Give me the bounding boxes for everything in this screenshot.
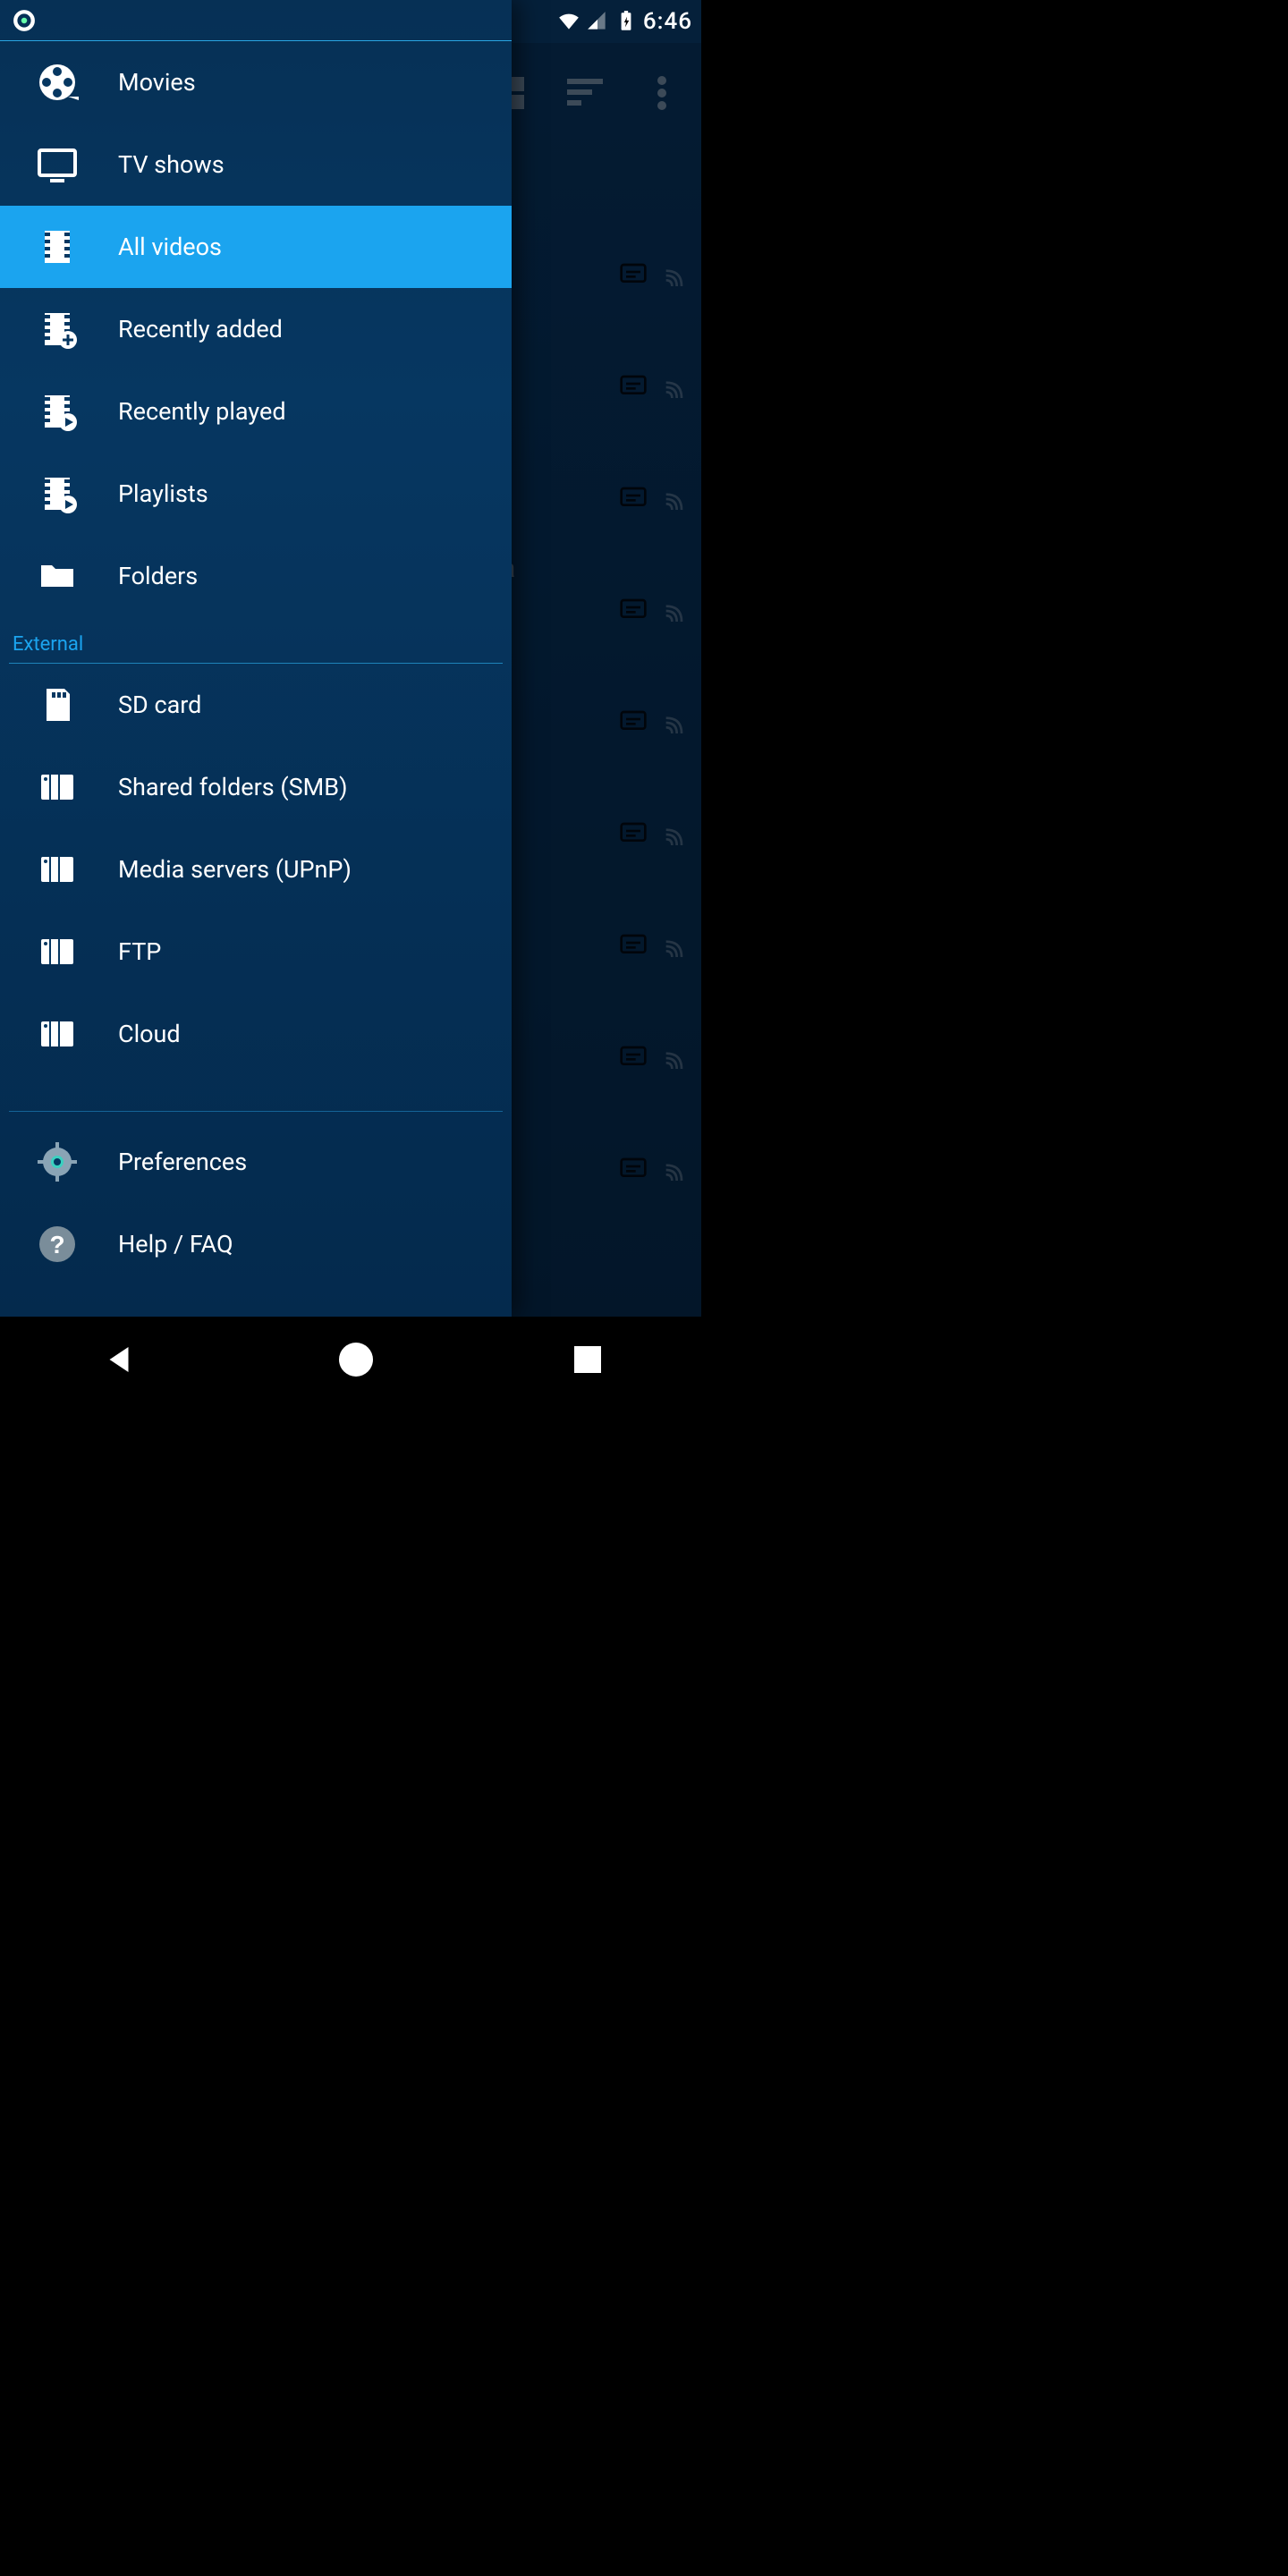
film-play-icon xyxy=(32,472,82,515)
battery-charging-icon xyxy=(614,10,638,33)
drawer-item-all-videos[interactable]: All videos xyxy=(0,206,512,288)
nav-home-icon[interactable] xyxy=(339,1343,373,1377)
film-add-icon xyxy=(32,308,82,351)
drawer-item-recently-added[interactable]: Recently added xyxy=(0,288,512,370)
drawer-item-media-servers-upnp-[interactable]: Media servers (UPnP) xyxy=(0,828,512,911)
navigation-drawer: Movies TV shows All videos Recently added Re… xyxy=(0,0,512,1317)
drawer-item-cloud[interactable]: Cloud xyxy=(0,993,512,1075)
section-header-external: External xyxy=(0,617,512,663)
help-icon xyxy=(32,1223,82,1266)
drawer-item-label: Movies xyxy=(118,68,196,97)
drawer-item-shared-folders-smb-[interactable]: Shared folders (SMB) xyxy=(0,746,512,828)
folder-icon xyxy=(32,555,82,597)
drawer-item-label: Recently played xyxy=(118,397,286,426)
drawer-item-sd-card[interactable]: SD card xyxy=(0,664,512,746)
system-nav-bar xyxy=(0,1317,701,1402)
nav-recent-icon[interactable] xyxy=(574,1346,601,1373)
drawer-item-movies[interactable]: Movies xyxy=(0,41,512,123)
nav-back-icon[interactable] xyxy=(100,1341,138,1378)
drawer-item-label: Help / FAQ xyxy=(118,1230,233,1258)
drawer-item-label: FTP xyxy=(118,937,161,966)
wifi-icon xyxy=(557,10,580,33)
drawer-item-preferences[interactable]: Preferences xyxy=(0,1121,512,1203)
status-clock: 6:46 xyxy=(643,8,692,35)
drawer-item-label: SD card xyxy=(118,691,201,719)
server-icon xyxy=(32,848,82,891)
tv-icon xyxy=(32,143,82,186)
drawer-item-label: Shared folders (SMB) xyxy=(118,773,347,801)
divider xyxy=(9,1111,503,1112)
server-icon xyxy=(32,1013,82,1055)
film-icon xyxy=(32,225,82,268)
drawer-item-folders[interactable]: Folders xyxy=(0,535,512,617)
drawer-item-label: Playlists xyxy=(118,479,208,508)
gear-icon xyxy=(32,1140,82,1183)
drawer-item-label: Recently added xyxy=(118,315,283,343)
drawer-item-ftp[interactable]: FTP xyxy=(0,911,512,993)
drawer-item-tv-shows[interactable]: TV shows xyxy=(0,123,512,206)
movies-icon xyxy=(32,61,82,104)
drawer-item-recently-played[interactable]: Recently played xyxy=(0,370,512,453)
server-icon xyxy=(32,930,82,973)
drawer-item-label: Cloud xyxy=(118,1020,181,1048)
drawer-item-label: Media servers (UPnP) xyxy=(118,855,352,884)
drawer-item-label: TV shows xyxy=(118,150,225,179)
drawer-item-label: Folders xyxy=(118,562,198,590)
signal-icon xyxy=(586,10,609,33)
notification-dot-icon xyxy=(13,9,36,32)
drawer-item-help-faq[interactable]: Help / FAQ xyxy=(0,1203,512,1285)
drawer-item-playlists[interactable]: Playlists xyxy=(0,453,512,535)
divider xyxy=(9,663,503,664)
drawer-item-label: Preferences xyxy=(118,1148,247,1176)
film-play-icon xyxy=(32,390,82,433)
sdcard-icon xyxy=(32,683,82,726)
drawer-item-label: All videos xyxy=(118,233,222,261)
server-icon xyxy=(32,766,82,809)
drawer-header xyxy=(0,0,512,41)
